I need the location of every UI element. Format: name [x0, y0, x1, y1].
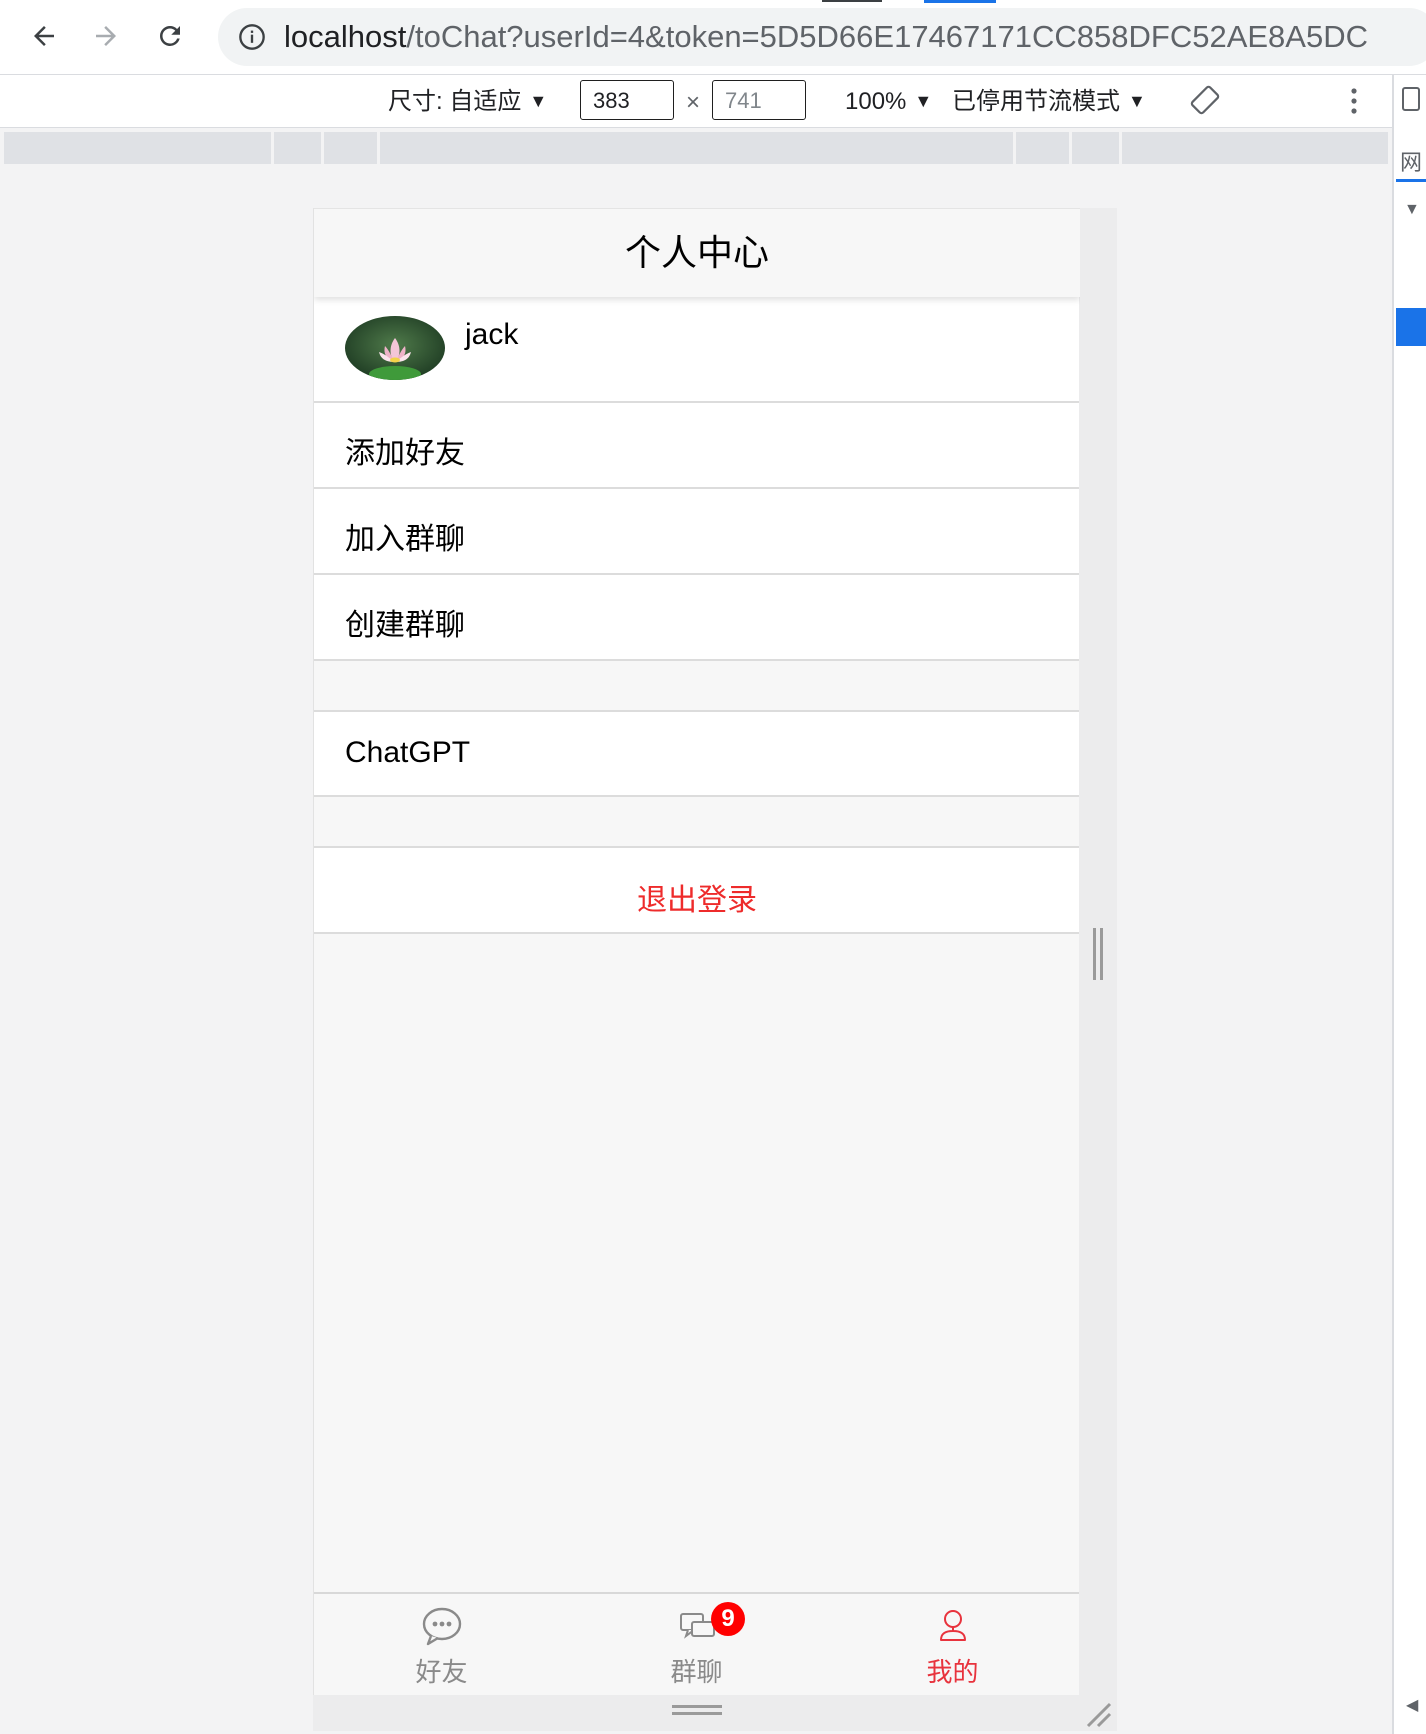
tab-groups[interactable]: 9 群聊	[569, 1594, 824, 1695]
dimensions-dropdown[interactable]: 尺寸: 自适应 ▼	[388, 87, 547, 116]
media-query-segment[interactable]	[324, 132, 380, 164]
forward-button[interactable]	[86, 16, 126, 56]
zoom-dropdown[interactable]: 100% ▼	[845, 87, 932, 116]
bottom-tab-bar: 好友 9 群聊 我的	[314, 1592, 1080, 1695]
selected-row[interactable]	[1396, 308, 1426, 346]
profile-name: jack	[465, 318, 519, 351]
media-query-segment[interactable]	[1122, 132, 1388, 164]
unread-badge: 9	[711, 1602, 745, 1636]
resize-handle-right[interactable]	[1092, 928, 1104, 980]
media-query-segment[interactable]	[1016, 132, 1072, 164]
logout-button[interactable]: 退出登录	[314, 846, 1080, 934]
reload-button[interactable]	[150, 16, 190, 56]
person-icon	[940, 1610, 966, 1641]
active-tab-indicator	[924, 0, 996, 3]
url-host: localhost	[284, 19, 407, 54]
throttle-dropdown[interactable]: 已停用节流模式 ▼	[952, 87, 1146, 116]
tab-groups-label: 群聊	[670, 1657, 723, 1687]
panel-tab-indicator	[1396, 179, 1426, 182]
chatgpt-item[interactable]: ChatGPT	[314, 710, 1080, 797]
resize-handle-corner[interactable]	[1084, 1700, 1112, 1728]
back-button[interactable]	[24, 16, 64, 56]
avatar[interactable]	[345, 316, 445, 380]
devtools-panel: 网 ▼ ◀	[1392, 75, 1426, 1734]
tab-mine[interactable]: 我的	[825, 1594, 1080, 1695]
create-group-label: 创建群聊	[345, 609, 465, 642]
lotus-avatar-icon	[345, 316, 445, 380]
rotate-icon[interactable]	[1190, 85, 1220, 115]
reload-icon	[160, 25, 180, 46]
info-icon[interactable]	[238, 23, 266, 51]
url-path: /toChat?userId=4&token=5D5D66E17467171CC…	[406, 19, 1368, 54]
media-query-segment[interactable]	[1072, 132, 1122, 164]
tab-mine-label: 我的	[926, 1657, 979, 1687]
page-title: 个人中心	[314, 208, 1080, 297]
arrow-left-icon	[34, 26, 54, 46]
caret-down-icon: ▼	[529, 91, 548, 111]
arrow-right-icon	[96, 26, 116, 46]
triangle-down-icon[interactable]: ▼	[1404, 201, 1420, 219]
browser-toolbar: localhost/toChat?userId=4&token=5D5D66E1…	[0, 0, 1426, 75]
add-friend-label: 添加好友	[345, 437, 465, 470]
media-query-segment[interactable]	[380, 132, 1016, 164]
tab-friends-label: 好友	[415, 1657, 468, 1687]
triangle-left-icon[interactable]: ◀	[1406, 1695, 1418, 1715]
caret-down-icon: ▼	[914, 91, 933, 111]
more-options-icon[interactable]	[1342, 85, 1366, 117]
dimensions-label: 尺寸: 自适应	[388, 88, 522, 115]
height-input[interactable]: 741	[712, 80, 806, 120]
phone-viewport: 个人中心 jack 添加好友 加入群聊 创建群聊 ChatGPT 退出登录 好友…	[313, 208, 1080, 1695]
logout-label: 退出登录	[637, 884, 757, 917]
join-group-item[interactable]: 加入群聊	[314, 489, 1080, 575]
profile-cell[interactable]: jack	[314, 296, 1080, 403]
times-sign: ×	[686, 89, 701, 116]
zoom-label: 100%	[845, 88, 907, 115]
caret-down-icon: ▼	[1128, 91, 1146, 111]
tab-friends[interactable]: 好友	[314, 1594, 569, 1695]
panel-tab[interactable]: 网	[1400, 145, 1422, 177]
create-group-item[interactable]: 创建群聊	[314, 575, 1080, 661]
media-query-segment[interactable]	[274, 132, 324, 164]
chat-bubble-icon	[422, 1607, 462, 1646]
inspect-icon[interactable]	[1402, 87, 1420, 111]
tab-strip-indicator	[822, 0, 882, 2]
media-query-segment[interactable]	[4, 132, 274, 164]
media-query-bar[interactable]	[4, 132, 1388, 164]
add-friend-item[interactable]: 添加好友	[314, 403, 1080, 489]
url-text[interactable]: localhost/toChat?userId=4&token=5D5D66E1…	[284, 20, 1368, 54]
resize-handle-bottom[interactable]	[672, 1704, 722, 1716]
width-input[interactable]: 383	[580, 80, 674, 120]
chatgpt-label: ChatGPT	[345, 736, 471, 769]
join-group-label: 加入群聊	[345, 523, 465, 556]
throttle-label: 已停用节流模式	[952, 88, 1120, 115]
address-bar[interactable]: localhost/toChat?userId=4&token=5D5D66E1…	[218, 8, 1426, 66]
device-toolbar: 尺寸: 自适应 ▼ 383 × 741 100% ▼ 已停用节流模式 ▼	[0, 75, 1392, 128]
